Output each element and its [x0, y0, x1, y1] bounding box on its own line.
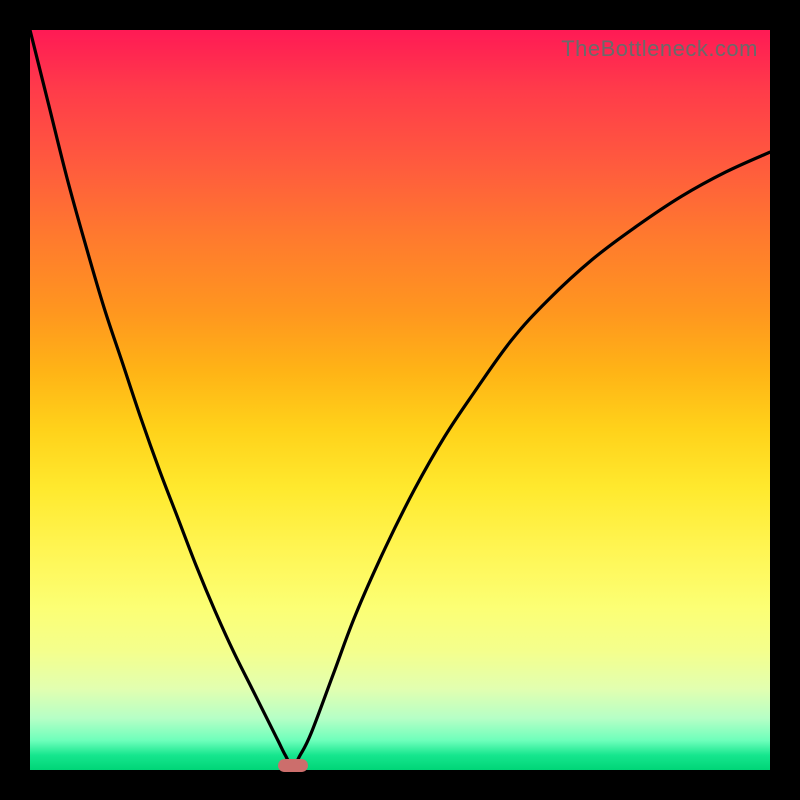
chart-frame: TheBottleneck.com [0, 0, 800, 800]
bottleneck-curve [30, 30, 770, 770]
watermark-text: TheBottleneck.com [561, 36, 758, 62]
plot-area: TheBottleneck.com [30, 30, 770, 770]
minimum-marker [278, 759, 308, 772]
